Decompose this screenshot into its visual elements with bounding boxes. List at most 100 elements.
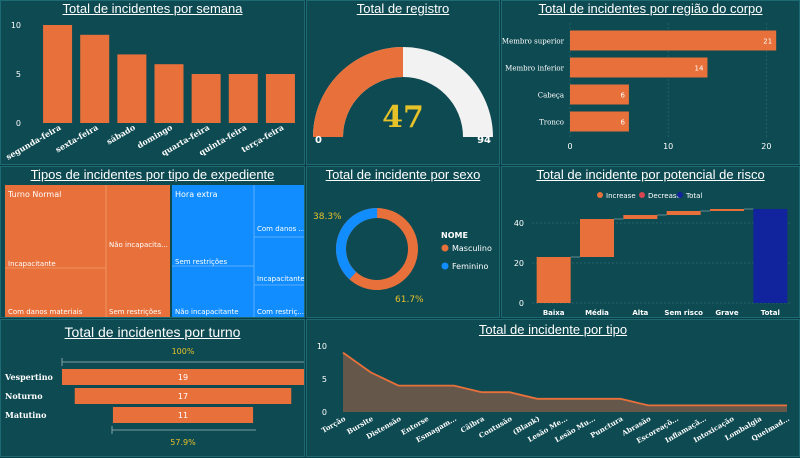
treemap-label: Incapacitante: [257, 275, 304, 283]
legend-title: NOME: [441, 231, 468, 240]
y-category-label: Vespertino: [4, 372, 54, 382]
body-region-chart: 0 10 20 21 Membro superior 14 Membro inferior 6…: [502, 23, 777, 151]
data-label: 6: [620, 92, 625, 100]
donut-label-feminino: 38.3%: [313, 212, 342, 222]
x-tick-label: 10: [663, 142, 673, 151]
x-tick-label: Alta: [632, 309, 648, 317]
gauge-value: 47: [382, 100, 424, 135]
waterfall-bar: [623, 215, 658, 219]
x-tick-label: 0: [567, 142, 572, 151]
legend-marker-masculino: [441, 244, 449, 252]
funnel-top-label: 100%: [172, 347, 195, 356]
x-tick-label: sexta-feira: [54, 122, 100, 154]
gauge-panel: Total de registro 47 0 94: [306, 0, 500, 165]
legend-label-total: Total: [685, 192, 702, 200]
x-tick-label: 20: [761, 142, 771, 151]
y-tick-label: 0: [322, 408, 327, 417]
x-tick-label: Média: [585, 309, 609, 317]
funnel-bottom-label: 57.9%: [170, 438, 196, 447]
x-tick-label: Grave: [715, 309, 738, 317]
y-category-label: Tronco: [539, 119, 564, 127]
gauge-title: Total de registro: [356, 1, 450, 16]
data-label: 17: [178, 392, 188, 401]
sex-title: Total de incidente por sexo: [325, 167, 481, 182]
weekly-chart: 0510segunda-feirasexta-feira sábadodoming…: [4, 21, 295, 162]
y-category-label: Cabeça: [538, 92, 564, 100]
treemap-chart: Turno Normal Incapacitante Com danos mat…: [5, 185, 304, 317]
x-tick-label: Sem risco: [664, 309, 703, 317]
treemap-label: Não incapacitante: [175, 308, 239, 316]
data-label: 21: [763, 38, 772, 46]
y-category-label: Membro inferior: [505, 65, 564, 73]
bar: [228, 74, 258, 123]
treemap-label: Não incapacita...: [109, 241, 168, 249]
donut-chart: 38.3% 61.7% NOME Masculino Feminino: [313, 208, 492, 305]
data-label: 6: [620, 119, 625, 127]
donut-label-masculino: 61.7%: [395, 295, 424, 305]
treemap-label: Turno Normal: [7, 190, 61, 199]
treemap-label: Incapacitante: [8, 260, 56, 268]
bar: [117, 54, 147, 123]
x-tick-label: Total: [761, 309, 780, 317]
y-tick-label: 40: [514, 219, 524, 228]
legend-label-masculino: Masculino: [452, 244, 492, 253]
y-category-label: Noturno: [5, 391, 43, 401]
waterfall-bar: [580, 219, 614, 257]
legend-marker-decrease: [639, 192, 645, 198]
gauge-chart: 47 0 94: [313, 47, 493, 146]
bar: [154, 64, 184, 123]
treemap-group-turno-normal: [5, 185, 170, 317]
gauge-min-label: 0: [315, 135, 322, 146]
bar: [80, 34, 110, 123]
x-tick-label: terça-feira: [239, 122, 285, 154]
y-tick-label: 5: [16, 70, 21, 79]
y-tick-label: 20: [514, 259, 524, 268]
legend-marker-feminino: [441, 262, 449, 270]
bar: [570, 30, 777, 51]
data-label: 11: [178, 411, 188, 420]
treemap-group-hora-extra: [172, 185, 304, 317]
legend-marker-increase: [597, 192, 603, 198]
weekly-panel: Total de incidentes por semana 0 5 10 segun…: [0, 0, 305, 165]
bar: [191, 74, 221, 123]
sex-panel: Total de incidente por sexo 38.3% 61.7% …: [306, 166, 500, 318]
treemap-label: Hora extra: [175, 190, 218, 199]
treemap-label: Com danos ...: [257, 225, 304, 233]
treemap-label: Sem restrições: [175, 258, 227, 266]
risk-title: Total de incidente por potencial de risc…: [536, 167, 765, 182]
gauge-max-label: 94: [477, 135, 491, 146]
y-category-label: Matutino: [5, 410, 47, 420]
waterfall-chart: Increase Decrease Total 0 20 40 Baixa Média A…: [514, 192, 792, 317]
data-label: 14: [695, 65, 704, 73]
y-tick-label: 10: [11, 21, 21, 30]
y-tick-label: 0: [519, 299, 524, 308]
funnel-chart: 100% 57.9% 19 Vespertino 17 Noturno 11 Matuti…: [4, 347, 304, 447]
body-region-title: Total de incidentes por região do corpo: [538, 1, 763, 16]
treemap-label: Com danos materiais: [8, 308, 83, 316]
waterfall-bar: [753, 209, 788, 303]
bar: [43, 25, 73, 123]
y-tick-label: 10: [317, 342, 327, 351]
turno-panel: Total de incidentes por turno 100% 57.9%…: [0, 319, 305, 457]
y-category-label: Membro superior: [502, 38, 565, 46]
y-tick-label: 0: [16, 119, 21, 128]
tipo-title: Total de incidente por tipo: [478, 322, 628, 337]
waterfall-bar: [710, 209, 744, 211]
turno-title: Total de incidentes por turno: [64, 324, 241, 340]
bar: [570, 57, 708, 78]
data-label: 19: [178, 373, 188, 382]
bar: [265, 74, 295, 123]
shift-type-panel: Tipos de incidentes por tipo de expedien…: [0, 166, 305, 318]
tipo-panel: Total de incidente por tipo 0 5 10 Torção Bu…: [306, 319, 800, 457]
x-tick-label: segunda-feira: [4, 122, 63, 162]
weekly-title: Total de incidentes por semana: [62, 1, 243, 16]
treemap-label: Sem restrições: [109, 308, 161, 316]
legend-label-feminino: Feminino: [452, 262, 488, 271]
x-tick-label: sábado: [105, 122, 138, 147]
y-tick-label: 5: [322, 375, 327, 384]
legend-marker-total: [677, 192, 683, 198]
shift-type-title: Tipos de incidentes por tipo de expedien…: [30, 167, 275, 182]
area-fill: [343, 352, 787, 412]
treemap-label: Com restriç...: [257, 308, 304, 316]
x-tick-label: Baixa: [543, 309, 565, 317]
